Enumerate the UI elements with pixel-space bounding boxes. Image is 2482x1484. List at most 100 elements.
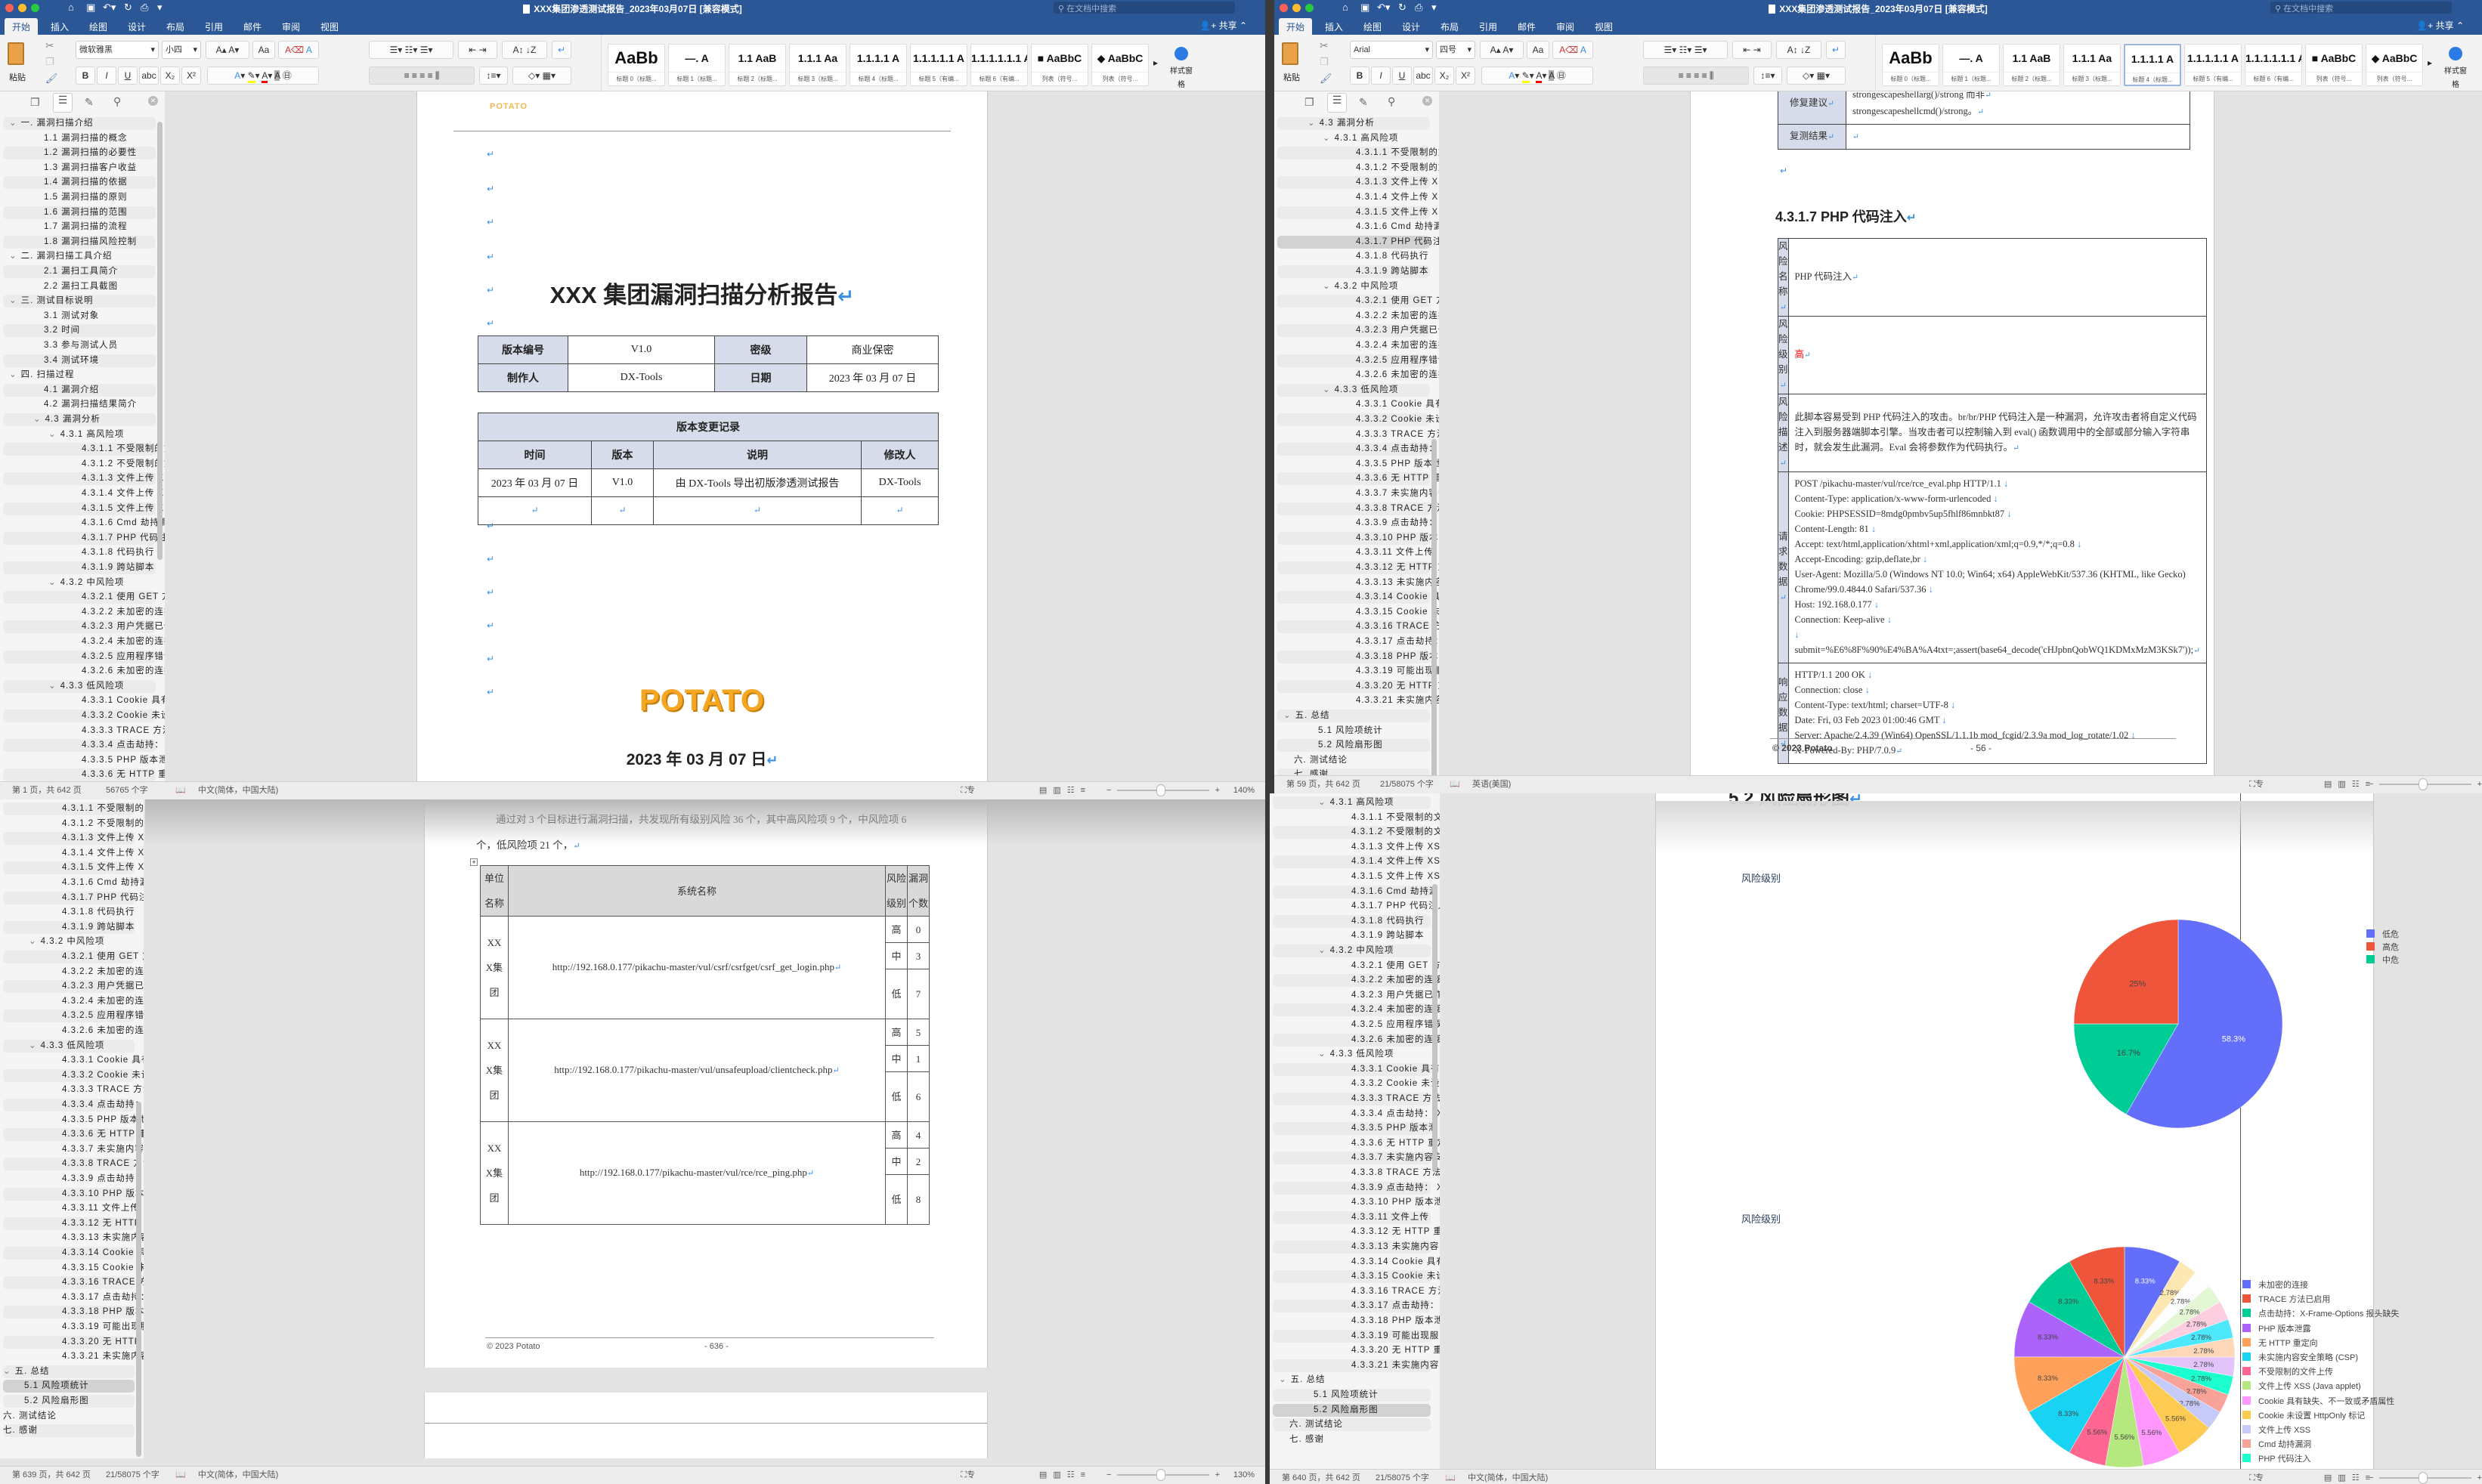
nav-item[interactable]: 4.3.1.8 代码执行 [3,546,156,559]
nav-item[interactable]: ⌄ 一. 漏洞扫描介绍 [3,117,156,130]
legend-item[interactable]: 不受限制的文件上传 [2242,1365,2333,1377]
nav-item[interactable]: 4.3.3.10 PHP 版本泄 [3,1187,144,1201]
nav-item[interactable]: 4.3.3.20 无 HTTP 重 [1277,679,1439,693]
nav-item[interactable]: 4.3.3.13 未实施内容 [1273,1241,1438,1254]
nav-item[interactable]: 4.3.2.4 未加密的连接 [3,635,165,648]
chevron-down-icon[interactable]: ⌄ [1318,1050,1326,1059]
edit-icon[interactable]: ✎ [1359,96,1368,109]
nav-item[interactable]: 4.3.3.15 Cookie 未设 [1277,606,1439,619]
document-area[interactable]: 通过对 3 个目标进行漏洞扫描，共发现所有级别风险 36 个，其中高风险项 9 … [145,799,1265,1458]
tab-4[interactable]: 布局 [1433,18,1466,35]
nav-item[interactable]: 4.3.2.2 未加密的连接 [3,606,165,619]
tab-5[interactable]: 引用 [197,18,231,35]
tab-6[interactable]: 邮件 [236,18,269,35]
nav-item[interactable]: 4.3.3.2 Cookie 未设 [1273,1077,1439,1090]
zoom-level[interactable]: 140% [1233,782,1255,799]
nav-item[interactable]: ⌄ 4.3.3 低风险项 [3,1039,135,1053]
style-tile-3[interactable]: 1.1.1 Aa 标题 3（标题... [2063,44,2121,86]
nav-item[interactable]: 4.3.3.11 文件上传 [1273,1210,1431,1224]
nav-item[interactable]: 4.3.2.4 未加密的连接 [1277,339,1439,352]
format-button-1[interactable]: I [1371,66,1391,85]
focus-button[interactable]: ⛶ 专注 [961,782,975,799]
style-tile-4[interactable]: 1.1.1.1 A 标题 4（标题... [850,44,907,86]
nav-item[interactable]: 4.3.1.6 Cmd 劫持漏 [3,517,165,530]
nav-item[interactable]: 5.2 风险扇形图 [1277,739,1430,753]
search-icon[interactable]: ⚲ [1388,95,1395,108]
nav-item[interactable]: 3.2 时间 [3,324,156,338]
document-area[interactable]: 5.2 风险扇形图 风险级别58.3%16.7%25%风险级别8.33%2.78… [1444,793,2482,1469]
grow-font-button[interactable]: A▴ A▾ [206,41,249,59]
nav-item[interactable]: ⌄ 4.3.2 中风险项 [1273,945,1431,957]
page-count[interactable]: 第 639 页，共 642 页 [12,1467,91,1483]
word-count[interactable]: 56765 个字 [106,782,148,799]
nav-item[interactable]: ⌄ 4.3.1 高风险项 [1273,796,1431,809]
nav-item[interactable]: 4.3.3.20 无 HTTP 重 [3,1335,144,1349]
document-area[interactable]: 修复建议strongescapeshellarg()/strong 而非stro… [1441,91,2482,775]
word-count[interactable]: 21/58075 个字 [1376,1470,1429,1484]
nav-item[interactable]: ⌄ 4.3.3 低风险项 [3,679,156,693]
nav-item[interactable]: 4.3.1.3 文件上传 XSS [3,472,165,486]
outline-icon[interactable]: ☰ [53,93,73,113]
nav-item[interactable]: 4.3.2.2 未加密的连接 [1273,974,1440,988]
nav-item[interactable]: 4.3.3.12 无 HTTP 重 [1273,1226,1440,1238]
nav-item[interactable]: 4.3.1.7 PHP 代码注入 [3,531,165,545]
nav-item[interactable]: 4.3.1.1 不受限制的文 [3,443,165,456]
format-button-3[interactable]: abc [1413,66,1433,85]
nav-item[interactable]: 4.3.1.1 不受限制的文 [1277,147,1439,160]
pie-slice[interactable] [2073,919,2179,1025]
nav-item[interactable]: 3.3 参与测试人员 [3,339,156,352]
share-button[interactable]: 👤+ 共享 ⌃ [2416,19,2464,32]
zoom-slider-thumb[interactable] [1156,784,1165,796]
search-icon[interactable]: ⚲ [113,95,121,108]
language[interactable]: 中文(简体，中国大陆) [1468,1470,1548,1484]
nav-scrollbar[interactable] [1431,439,1437,775]
nav-item[interactable]: 4.3.3.18 PHP 版本泄 [1273,1315,1440,1328]
nav-item[interactable]: 4.3.1.6 Cmd 劫持漏 [1277,221,1439,233]
search-input[interactable]: ⚲ 在文档中搜索 [1054,2,1235,14]
nav-item[interactable]: 4.3.3.21 未实施内容 [1277,694,1439,707]
language[interactable]: 中文(简体，中国大陆) [198,782,278,799]
nav-item[interactable]: ⌄ 4.3.2 中风险项 [3,577,156,589]
nav-item[interactable]: 4.3.3.8 TRACE 方法 [1273,1167,1440,1179]
format-painter-icon[interactable]: 🖌 [45,73,58,85]
style-tile-6[interactable]: 1.1.1.1.1.1 A 标题 6（有编... [970,44,1028,86]
nav-item[interactable]: 1.7 漏洞扫描的流程 [3,221,156,233]
list-buttons[interactable]: ☰▾ ☷▾ ☰▾ [1643,41,1728,59]
close-nav-icon[interactable]: ✕ [1422,96,1432,106]
style-tile-2[interactable]: 1.1 AaB 标题 2（标题... [729,44,786,86]
indent-buttons[interactable]: ⇤ ⇥ [1732,41,1772,59]
nav-item[interactable]: 4.3.1.6 Cmd 劫持漏 [3,876,144,889]
legend-item[interactable]: 中危 [2366,954,2399,966]
cut-icon[interactable]: ✂ [45,39,54,52]
nav-item[interactable]: ⌄ 4.3.3 低风险项 [1273,1048,1431,1061]
tab-8[interactable]: 视图 [1587,18,1620,35]
nav-item[interactable]: 4.3.3.10 PHP 版本泄 [1273,1196,1440,1209]
nav-item[interactable]: 4.3.3.3 TRACE 方法 [1277,428,1439,441]
legend-item[interactable]: Cookie 具有缺失、不一致或矛盾属性 [2242,1395,2394,1407]
nav-item[interactable]: ⌄ 二. 漏洞扫描工具介绍 [3,250,156,263]
thumbnails-icon[interactable]: ❐ [1304,96,1314,109]
nav-item[interactable]: 4.3.3.4 点击劫持： X- [1273,1108,1440,1121]
paste-icon[interactable] [8,42,24,65]
nav-item[interactable]: 4.3.3.7 未实施内容安 [3,1143,144,1156]
style-tile-0[interactable]: AaBb 标题 0（标题... [608,44,665,86]
nav-item[interactable]: 4.3.3.16 TRACE 方法 [1273,1285,1440,1298]
language[interactable]: 英语(美国) [1472,776,1511,793]
shading-borders-button[interactable]: ◇▾ ▦▾ [1787,66,1846,85]
format-painter-icon[interactable]: 🖌 [1320,73,1332,85]
nav-item[interactable]: 4.3.1.4 文件上传 XSS [3,487,165,500]
format-button-1[interactable]: I [97,66,116,85]
change-case-button[interactable]: Aa [1527,41,1549,59]
styles-pane-button[interactable]: 样式窗格 [1168,41,1195,91]
paste-label[interactable]: 粘贴 [9,71,26,83]
tab-6[interactable]: 邮件 [1510,18,1543,35]
nav-item[interactable]: 4.3.3.21 未实施内容 [3,1350,144,1363]
chevron-down-icon[interactable]: ⌄ [1323,134,1331,143]
nav-item[interactable]: 4.3.1.5 文件上传 XSS [1273,870,1440,883]
paste-icon[interactable] [1282,42,1298,65]
nav-item[interactable]: 4.3.2.2 未加密的连接 [3,966,144,979]
nav-item[interactable]: 4.3.2.5 应用程序错误 [3,1009,144,1023]
nav-item[interactable]: 1.2 漏洞扫描的必要性 [3,147,156,160]
nav-item[interactable]: 4.3.3.19 可能出现服 [1273,1329,1438,1343]
style-tile-1[interactable]: —. A 标题 1（标题... [668,44,726,86]
